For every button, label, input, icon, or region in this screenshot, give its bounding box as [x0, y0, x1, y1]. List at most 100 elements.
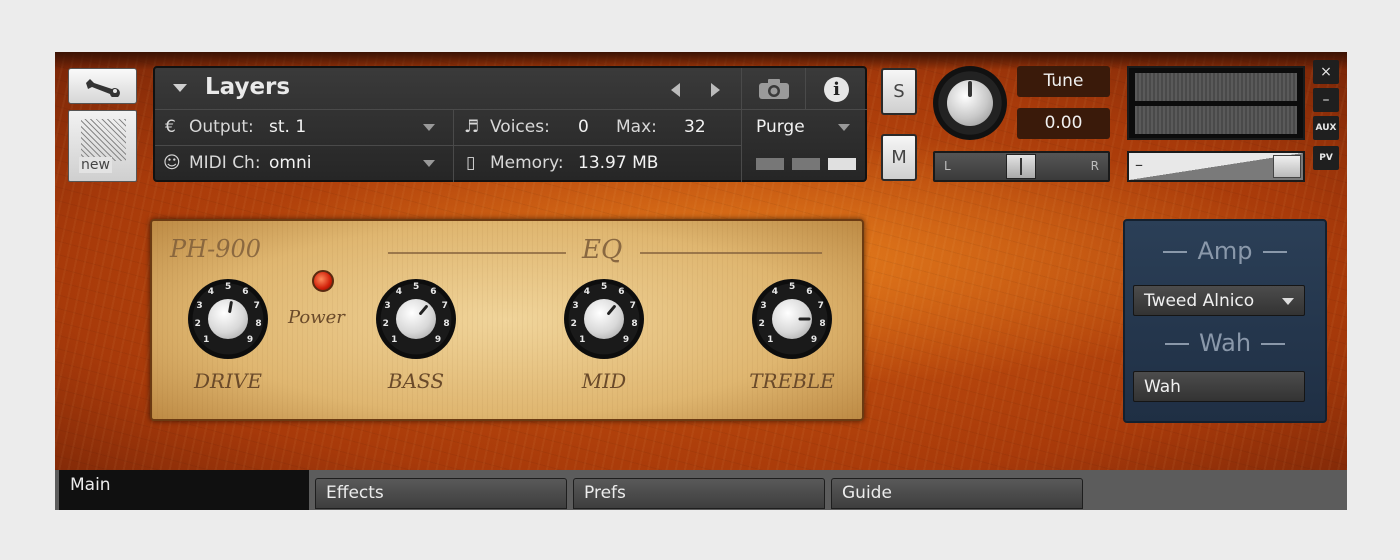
wah-button[interactable]: Wah [1133, 371, 1305, 402]
knob-scale-number: 5 [789, 282, 796, 292]
pan-slider[interactable]: L R [933, 151, 1110, 182]
next-instrument-icon[interactable] [711, 83, 720, 97]
knob-scale-number: 1 [767, 334, 774, 345]
knob-scale-number: 1 [579, 334, 586, 345]
purge-selector[interactable]: Purge [741, 110, 867, 182]
purge-label: Purge [756, 117, 805, 137]
knob-scale-number: 1 [203, 334, 210, 345]
tab-bar: Main Effects Prefs Guide [55, 470, 1347, 510]
wah-heading: Wah [1125, 329, 1325, 357]
mute-button[interactable]: M [881, 134, 917, 181]
knob-scale-number: 2 [758, 319, 765, 330]
knob-scale-number: 7 [817, 301, 824, 312]
tune-value-box[interactable]: 0.00 [1017, 108, 1110, 139]
knob-cap [208, 299, 248, 339]
knob-scale-number: 5 [413, 282, 420, 292]
knob-scale-number: 6 [806, 287, 813, 298]
solo-button[interactable]: S [881, 68, 917, 115]
treble-label: TREBLE [749, 369, 835, 393]
instrument-header-panel: Layers i € Output: st. 1 ☺ MIDI Ch: omni [153, 66, 867, 182]
pan-handle[interactable] [1006, 154, 1036, 179]
purge-dropdown-icon [838, 124, 850, 131]
knob-scale-number: 3 [572, 301, 579, 312]
output-selector[interactable]: € Output: st. 1 [155, 110, 453, 146]
tab-prefs[interactable]: Prefs [573, 478, 825, 509]
midi-value: omni [269, 153, 312, 173]
knob-scale-number: 6 [430, 287, 437, 298]
voices-value: 0 [578, 117, 589, 137]
wrench-button[interactable] [68, 68, 137, 104]
knob-scale-number: 5 [601, 282, 608, 292]
mid-knob[interactable]: 12 34567 89 [564, 279, 644, 359]
knob-scale-number: 9 [246, 334, 254, 345]
knob-scale-number: 6 [242, 287, 249, 298]
info-icon: i [824, 77, 849, 102]
midi-label: MIDI Ch: [189, 153, 261, 173]
eq-line-right [640, 252, 822, 254]
midi-icon: ☺ [163, 153, 181, 173]
knob-scale-number: 9 [810, 334, 818, 345]
knob-scale-number: 9 [434, 334, 442, 345]
knob-scale-number: 2 [382, 319, 389, 330]
purge-meter-3 [828, 158, 856, 170]
instrument-title[interactable]: Layers [205, 74, 290, 100]
midi-channel-selector[interactable]: ☺ MIDI Ch: omni [155, 146, 453, 182]
knob-scale-number: 8 [443, 319, 450, 330]
drive-knob[interactable]: 12 34567 89 [188, 279, 268, 359]
tab-main[interactable]: Main [59, 470, 309, 510]
knob-scale-number: 4 [583, 287, 591, 298]
purge-meter-1 [756, 158, 784, 170]
snapshot-button[interactable] [741, 68, 805, 110]
knob-scale-number: 7 [441, 301, 448, 312]
wrench-icon [86, 79, 120, 97]
pv-button[interactable]: PV [1313, 146, 1339, 170]
level-meter-left [1135, 73, 1297, 101]
knob-scale-number: 7 [253, 301, 260, 312]
knob-scale-number: 8 [819, 319, 826, 330]
bass-label: BASS [387, 369, 445, 393]
memory-label: Memory: [490, 153, 564, 173]
tab-effects-label: Effects [326, 483, 384, 503]
tab-guide[interactable]: Guide [831, 478, 1083, 509]
power-led[interactable] [312, 270, 334, 292]
voices-icon: ♬ [464, 117, 480, 137]
max-label: Max: [616, 117, 657, 137]
volume-slider[interactable]: – [1127, 151, 1305, 182]
close-button[interactable]: × [1313, 60, 1339, 84]
knob-scale-number: 5 [225, 282, 232, 292]
new-label: new [79, 157, 112, 173]
amp-model-select[interactable]: Tweed Alnico [1133, 285, 1305, 316]
eq-line-left [388, 252, 566, 254]
tab-effects[interactable]: Effects [315, 478, 567, 509]
knob-scale-number: 4 [771, 287, 779, 298]
amp-panel: PH-900 EQ Power 123456789 123456789 1234… [150, 219, 864, 421]
output-value: st. 1 [269, 117, 307, 137]
knob-scale-number: 4 [207, 287, 215, 298]
pan-left-label: L [944, 159, 951, 173]
aux-button[interactable]: AUX [1313, 116, 1339, 140]
knob-scale-number: 3 [196, 301, 203, 312]
knob-scale-number: 9 [622, 334, 630, 345]
knob-cap [584, 299, 624, 339]
output-dropdown-icon [423, 124, 435, 131]
tune-label: Tune [1043, 71, 1084, 91]
treble-knob[interactable]: 12 34567 89 [752, 279, 832, 359]
bass-knob[interactable]: 12 34567 89 [376, 279, 456, 359]
info-button[interactable]: i [805, 68, 867, 110]
prev-instrument-icon[interactable] [671, 83, 680, 97]
wah-heading-label: Wah [1198, 329, 1252, 357]
volume-minus-icon: – [1135, 155, 1143, 174]
title-row: Layers [155, 68, 741, 110]
hatch-pattern [81, 119, 126, 161]
knob-cap [396, 299, 436, 339]
minimize-button[interactable]: – [1313, 88, 1339, 112]
volume-handle[interactable] [1273, 155, 1301, 178]
camera-icon [759, 79, 789, 99]
collapse-arrow-icon[interactable] [173, 84, 187, 92]
max-value[interactable]: 32 [684, 117, 706, 137]
tune-value: 0.00 [1044, 113, 1083, 133]
amp-heading: Amp [1125, 237, 1325, 265]
tune-knob[interactable] [933, 66, 1007, 140]
new-button[interactable]: new [68, 110, 137, 182]
memory-display: ▯ Memory: 13.97 MB [453, 146, 741, 182]
